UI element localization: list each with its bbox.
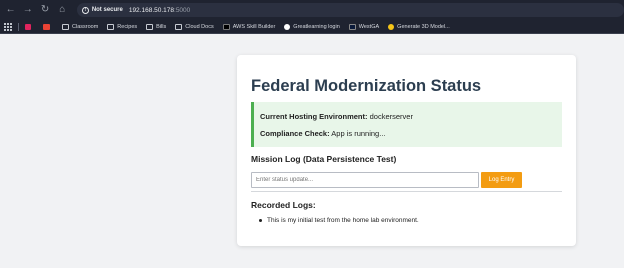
url-port: :5000	[174, 6, 191, 14]
log-text: This is my initial test from the home la…	[267, 217, 419, 224]
bookmark-label: Greatlearning login	[293, 23, 340, 30]
bookmark-aws[interactable]: AWS Skill Builder	[222, 23, 276, 30]
bookmark-generate-3d[interactable]: Generate 3D Model...	[388, 23, 450, 30]
apps-grid-icon[interactable]	[4, 22, 12, 31]
security-label: Not secure	[91, 7, 123, 13]
hosting-environment-label: Current Hosting Environment:	[260, 112, 368, 121]
compliance-check-label: Compliance Check:	[260, 129, 330, 138]
hosting-environment-value: dockerserver	[369, 112, 413, 121]
bookmark-bills[interactable]: Bills	[146, 23, 167, 30]
bookmark-label: Generate 3D Model...	[397, 23, 450, 30]
folder-icon	[146, 23, 154, 30]
westga-icon	[348, 23, 356, 30]
bookmark-cloud-docs[interactable]: Cloud Docs	[175, 23, 214, 30]
reload-icon[interactable]: ↻	[38, 3, 51, 17]
bookmark-label: AWS Skill Builder	[232, 23, 276, 30]
gmail-icon	[43, 23, 50, 30]
status-card: Federal Modernization Status Current Hos…	[237, 55, 576, 246]
globe-icon	[284, 23, 291, 30]
compliance-check-line: Compliance Check: App is running...	[260, 129, 385, 138]
recorded-logs-heading: Recorded Logs:	[251, 200, 316, 210]
bullet-icon	[259, 219, 262, 222]
bookmark-classroom[interactable]: Classroom	[62, 23, 99, 30]
url-host: 192.168.50.178	[128, 6, 175, 14]
forward-icon[interactable]: →	[21, 3, 34, 17]
bookmark-label: Classroom	[72, 23, 99, 30]
bookmark-p[interactable]	[25, 23, 34, 30]
mission-log-heading: Mission Log (Data Persistence Test)	[251, 154, 397, 164]
bookmark-gmail[interactable]	[43, 23, 53, 30]
back-icon[interactable]: ←	[4, 3, 17, 17]
bookmark-label: Bills	[156, 23, 167, 30]
bookmark-label: WestGA	[358, 23, 380, 30]
security-indicator[interactable]: ! Not secure	[81, 6, 123, 14]
hosting-environment-line: Current Hosting Environment: dockerserve…	[260, 112, 413, 121]
bookmark-greatlearning[interactable]: Greatlearning login	[284, 23, 340, 30]
home-icon[interactable]: ⌂	[56, 3, 69, 17]
bookmark-label: Cloud Docs	[185, 23, 214, 30]
address-bar[interactable]: ! Not secure 192.168.50.178:5000	[76, 3, 624, 17]
list-item: This is my initial test from the home la…	[259, 217, 419, 224]
divider	[251, 191, 562, 192]
browser-toolbar: ← → ↻ ⌂ ! Not secure 192.168.50.178:5000	[0, 0, 624, 20]
folder-icon	[107, 23, 115, 30]
app-icon-p	[25, 23, 31, 30]
status-panel: Current Hosting Environment: dockerserve…	[251, 102, 562, 147]
folder-icon	[62, 23, 69, 30]
bookmark-label: Recipes	[117, 23, 138, 30]
bookmark-separator	[18, 22, 19, 31]
page-title: Federal Modernization Status	[251, 77, 482, 95]
compliance-check-value: App is running...	[331, 129, 386, 138]
status-update-input[interactable]	[251, 172, 479, 188]
url-text[interactable]: 192.168.50.178:5000	[129, 7, 190, 14]
folder-icon	[175, 23, 183, 30]
model-icon	[388, 23, 395, 30]
bookmark-westga[interactable]: WestGA	[348, 23, 380, 30]
aws-icon	[222, 23, 230, 30]
bookmark-recipes[interactable]: Recipes	[107, 23, 138, 30]
warning-icon: !	[81, 6, 89, 14]
log-entry-button[interactable]: Log Entry	[481, 172, 522, 188]
bookmarks-bar: Classroom Recipes Bills Cloud Docs AWS S…	[0, 20, 624, 34]
